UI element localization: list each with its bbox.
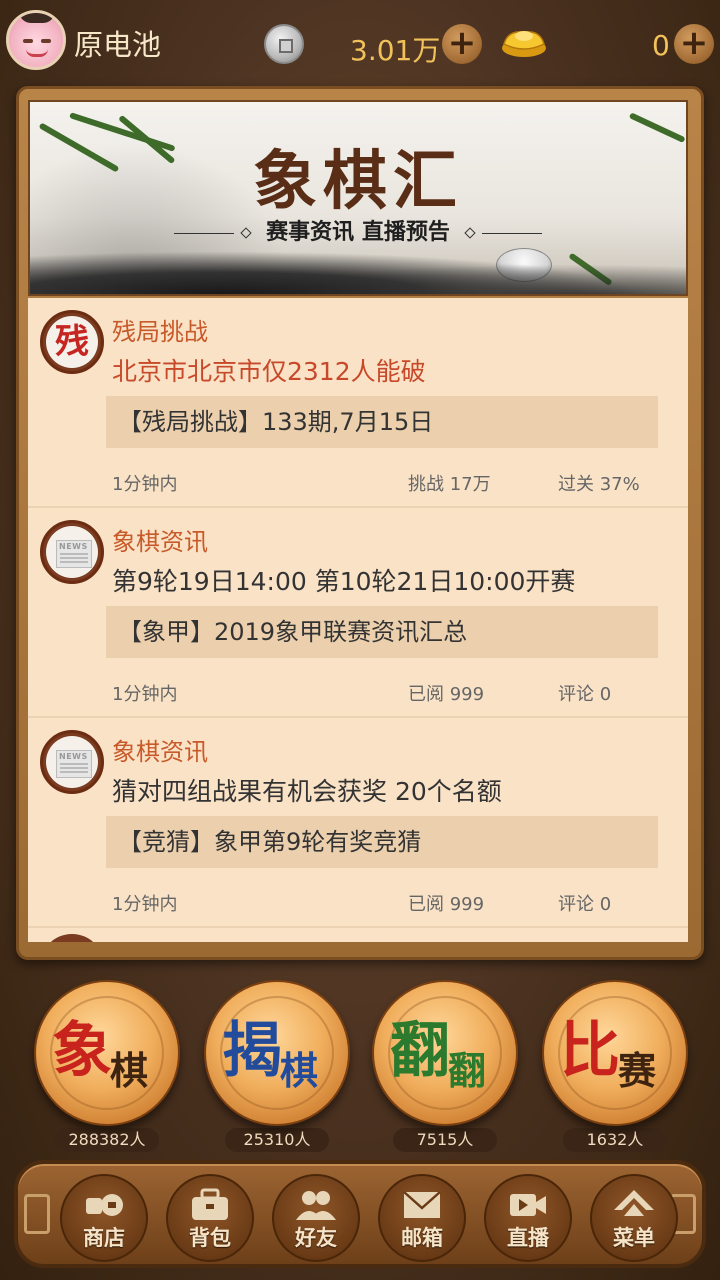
banner-title: 象棋汇: [253, 144, 463, 219]
ink-decoration: [30, 244, 686, 294]
nav-label: 商店: [83, 1225, 125, 1250]
card-tag: 【象甲】2019象甲联赛资讯汇总: [106, 606, 658, 658]
game-title-small: 棋: [280, 1048, 319, 1093]
shop-icon: [86, 1194, 123, 1216]
mail-icon: [403, 1191, 441, 1218]
nav-bag-button[interactable]: 背包: [166, 1174, 254, 1262]
corner-ornament: [24, 1194, 50, 1234]
diamond-icon: [240, 227, 253, 239]
card-time: 1分钟内: [112, 894, 178, 915]
avatar-mouth: [26, 49, 48, 57]
news-icon-inner: [46, 526, 98, 578]
news-card[interactable]: 象棋资讯 猜对四组战果有机会获奖 20个名额 【竞猜】象甲第9轮有奖竞猜 1分钟…: [28, 718, 688, 928]
game-title-small: 棋: [110, 1048, 149, 1093]
banner-subtitle: 赛事资讯 直播预告: [266, 219, 450, 245]
endgame-badge-icon: 残: [40, 310, 104, 374]
top-bar: 原电池 3.01万 + 0 +: [0, 0, 720, 88]
nav-friends-button[interactable]: 好友: [272, 1174, 360, 1262]
diamond-icon: [463, 227, 476, 239]
nav-label: 好友: [295, 1225, 337, 1250]
game-mode-fanfan[interactable]: 翻 翻 7515人: [372, 980, 518, 1152]
menu-icon: [614, 1190, 654, 1216]
card-comment-count: 评论 0: [558, 684, 612, 705]
live-icon: [510, 1194, 546, 1216]
nav-label: 菜单: [613, 1225, 655, 1250]
avatar[interactable]: [6, 10, 66, 70]
card-category: 象棋资讯: [112, 738, 208, 766]
game-title-small: 赛: [618, 1048, 657, 1093]
news-icon: [40, 730, 104, 794]
card-category: 残局挑战: [112, 318, 208, 346]
online-count: 25310人: [225, 1128, 329, 1152]
online-count: 7515人: [393, 1128, 497, 1152]
card-headline: 北京市北京市仅2312人能破: [112, 357, 426, 386]
friends-icon: [296, 1191, 336, 1220]
xiangqi-piece-icon: 象 棋: [34, 980, 180, 1126]
online-count: 1632人: [563, 1128, 667, 1152]
game-mode-match[interactable]: 比 赛 1632人: [542, 980, 688, 1152]
banner-subtitle-wrap: 赛事资讯 直播预告: [30, 214, 686, 246]
game-title-big: 比: [560, 1016, 620, 1086]
newspaper-icon: [56, 750, 92, 778]
game-title-big: 象: [52, 1016, 112, 1086]
gold-ingot-icon: [502, 31, 546, 57]
username: 原电池: [74, 28, 162, 62]
card-comment-count: 评论 0: [558, 894, 612, 915]
divider: [481, 232, 542, 234]
nav-shop-button[interactable]: 商店: [60, 1174, 148, 1262]
news-icon-inner: [46, 736, 98, 788]
card-challenge-count: 挑战 17万: [408, 474, 491, 495]
game-title-big: 揭: [222, 1016, 282, 1086]
card-time: 1分钟内: [112, 474, 178, 495]
fanfan-piece-icon: 翻 翻: [372, 980, 518, 1126]
card-time: 1分钟内: [112, 684, 178, 705]
card-read-count: 已阅 999: [408, 894, 485, 915]
add-coins-button[interactable]: +: [442, 24, 482, 64]
bottom-nav: 商店 背包 好友 邮箱 直播 菜单: [14, 1160, 706, 1268]
bag-icon: [192, 1188, 228, 1220]
game-mode-xiangqi[interactable]: 象 棋 288382人: [34, 980, 180, 1152]
avatar-eye-left: [23, 39, 33, 43]
add-gold-button[interactable]: +: [674, 24, 714, 64]
nav-label: 背包: [189, 1225, 231, 1250]
card-headline: 第9轮19日14:00 第10轮21日10:00开赛: [112, 567, 576, 596]
game-title-small: 翻: [448, 1048, 487, 1093]
card-read-count: 已阅 999: [408, 684, 485, 705]
news-card[interactable]: 象棋资讯 第9轮19日14:00 第10轮21日10:00开赛 【象甲】2019…: [28, 508, 688, 718]
card-headline: 猜对四组战果有机会获奖 20个名额: [112, 777, 502, 806]
card-tag: 【竞猜】象甲第9轮有奖竞猜: [106, 816, 658, 868]
coin-balance: 3.01万: [350, 34, 441, 67]
news-icon: [40, 520, 104, 584]
match-piece-icon: 比 赛: [542, 980, 688, 1126]
news-card[interactable]: 残 残局挑战 北京市北京市仅2312人能破 【残局挑战】133期,7月15日 1…: [28, 298, 688, 508]
nav-label: 直播: [507, 1225, 549, 1250]
nav-live-button[interactable]: 直播: [484, 1174, 572, 1262]
avatar-eye-right: [41, 39, 51, 43]
card-pass-rate: 过关 37%: [558, 474, 640, 495]
nav-menu-button[interactable]: 菜单: [590, 1174, 678, 1262]
gold-balance: 0: [652, 29, 670, 62]
card-category: 象棋资讯: [112, 528, 208, 556]
game-mode-jieqi[interactable]: 揭 棋 25310人: [204, 980, 350, 1152]
news-feed: 残 残局挑战 北京市北京市仅2312人能破 【残局挑战】133期,7月15日 1…: [28, 298, 688, 942]
banner[interactable]: 象棋汇 赛事资讯 直播预告: [28, 100, 688, 296]
next-card-badge-icon: [40, 934, 104, 942]
divider: [174, 232, 235, 234]
card-tag: 【残局挑战】133期,7月15日: [106, 396, 658, 448]
game-title-big: 翻: [390, 1016, 450, 1086]
nav-mail-button[interactable]: 邮箱: [378, 1174, 466, 1262]
coin-icon: [264, 24, 304, 64]
endgame-badge-text: 残: [46, 316, 98, 368]
nav-label: 邮箱: [401, 1225, 443, 1250]
newspaper-icon: [56, 540, 92, 568]
jieqi-piece-icon: 揭 棋: [204, 980, 350, 1126]
avatar-hair: [19, 13, 55, 23]
online-count: 288382人: [55, 1128, 159, 1152]
